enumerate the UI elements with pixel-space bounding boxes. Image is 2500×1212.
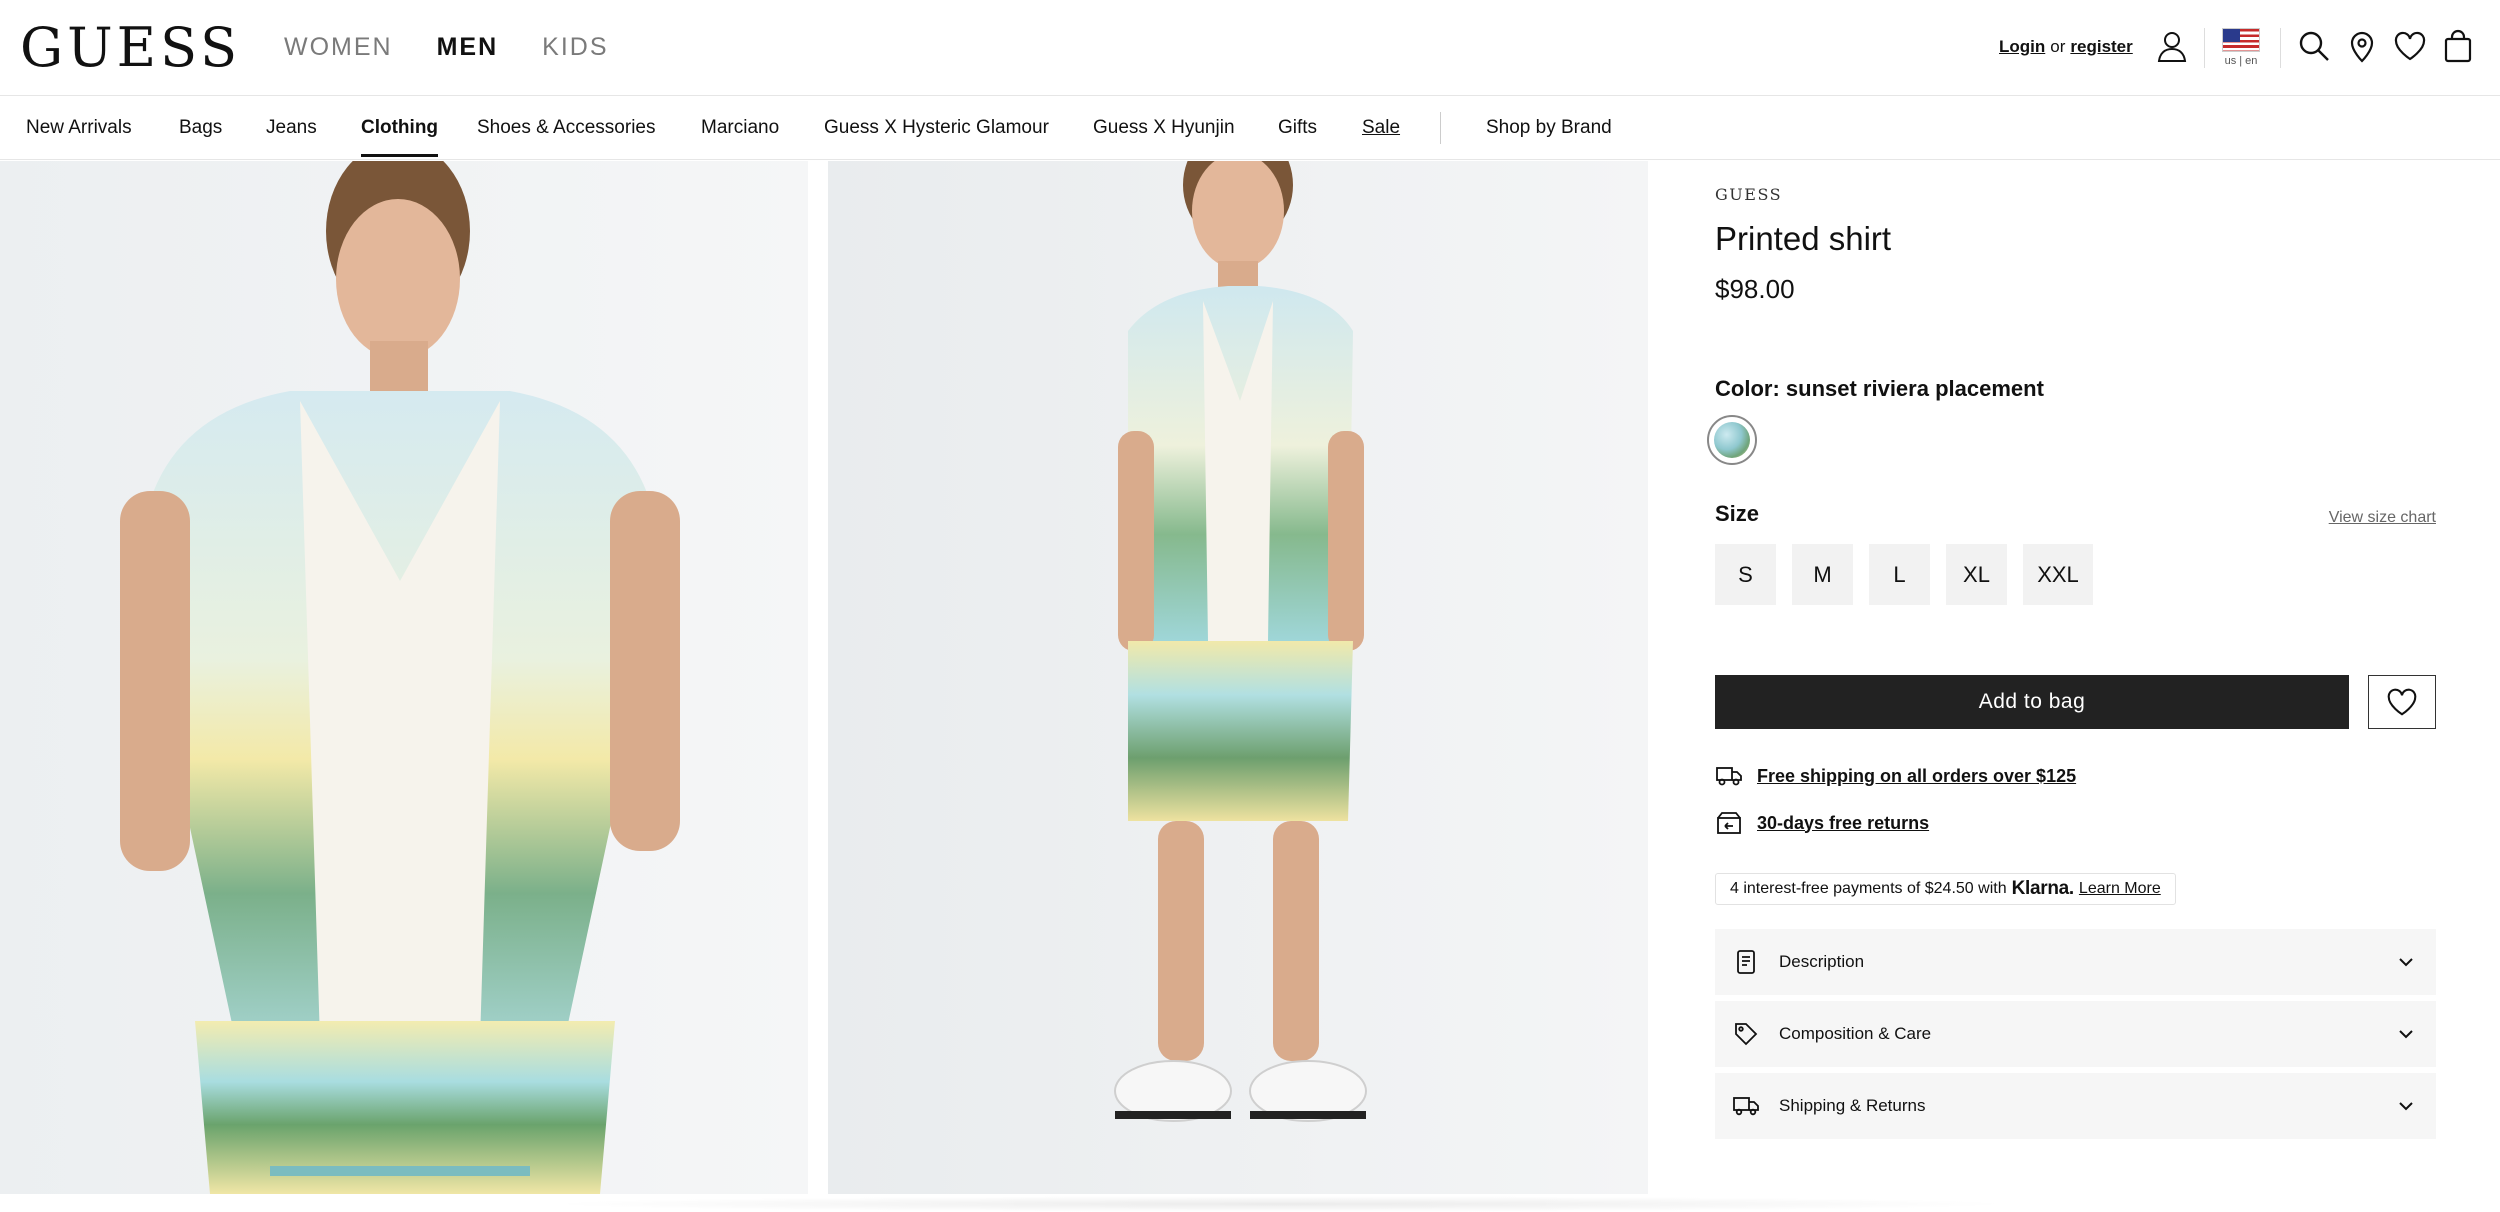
heart-icon xyxy=(2387,688,2417,716)
add-to-wishlist-button[interactable] xyxy=(2368,675,2436,729)
login-link[interactable]: Login xyxy=(1999,37,2045,56)
tab-women[interactable]: WOMEN xyxy=(284,32,393,62)
klarna-banner: 4 interest-free payments of $24.50 with … xyxy=(1715,873,2176,905)
nav-item-hysteric-glamour[interactable]: Guess X Hysteric Glamour xyxy=(824,116,1049,140)
nav-item-shop-by-brand[interactable]: Shop by Brand xyxy=(1486,116,1612,140)
size-button-l[interactable]: L xyxy=(1869,544,1930,605)
tab-kids[interactable]: KIDS xyxy=(542,32,608,62)
category-nav: New Arrivals Bags Jeans Clothing Shoes &… xyxy=(0,96,2500,160)
bottom-shadow xyxy=(540,1196,2020,1212)
size-button-s[interactable]: S xyxy=(1715,544,1776,605)
nav-item-clothing[interactable]: Clothing xyxy=(361,116,439,157)
delivery-truck-icon xyxy=(1716,767,1742,786)
user-icon[interactable] xyxy=(2154,28,2190,64)
color-label: Color: sunset riviera placement xyxy=(1715,375,2044,403)
product-title: Printed shirt xyxy=(1715,220,1892,257)
nav-item-jeans[interactable]: Jeans xyxy=(266,116,317,140)
product-price: $98.00 xyxy=(1715,274,1795,304)
account-or-text: or xyxy=(2050,37,2066,56)
swatch-fill xyxy=(1714,422,1750,458)
free-shipping-perk[interactable]: Free shipping on all orders over $125 xyxy=(1715,764,2076,788)
klarna-text: 4 interest-free payments of $24.50 with xyxy=(1730,880,2007,897)
chevron-down-icon xyxy=(2399,1030,2413,1039)
accordion-composition-care-label: Composition & Care xyxy=(1779,1024,1932,1043)
free-shipping-link[interactable]: Free shipping on all orders over $125 xyxy=(1757,766,2076,787)
add-to-bag-button[interactable]: Add to bag xyxy=(1715,675,2349,729)
nav-item-hyunjin[interactable]: Guess X Hyunjin xyxy=(1093,116,1235,140)
truck-icon xyxy=(1733,1097,1759,1116)
locale-selector[interactable]: us | en xyxy=(2220,28,2262,68)
size-button-xl[interactable]: XL xyxy=(1946,544,2007,605)
header-divider xyxy=(2204,28,2205,68)
heart-icon[interactable] xyxy=(2392,28,2428,64)
size-label: Size xyxy=(1715,501,1760,526)
document-icon xyxy=(1737,950,1755,974)
accordion-description[interactable]: Description xyxy=(1715,929,2436,995)
locale-label: us | en xyxy=(2224,55,2258,67)
chevron-down-icon xyxy=(2399,958,2413,967)
size-selector: S M L XL XXL xyxy=(1715,544,2093,605)
nav-divider xyxy=(1440,112,1441,144)
accordion-shipping-returns[interactable]: Shipping & Returns xyxy=(1715,1073,2436,1139)
account-links: Login or register xyxy=(1999,36,2133,58)
search-icon[interactable] xyxy=(2296,28,2332,64)
size-button-m[interactable]: M xyxy=(1792,544,1853,605)
tab-men[interactable]: MEN xyxy=(437,32,499,62)
nav-item-bags[interactable]: Bags xyxy=(179,116,222,140)
color-swatch-sunset-riviera[interactable] xyxy=(1707,415,1757,465)
color-label-key: Color: xyxy=(1715,376,1780,401)
bag-icon[interactable] xyxy=(2440,28,2476,64)
nav-item-gifts[interactable]: Gifts xyxy=(1278,116,1317,140)
nav-item-sale[interactable]: Sale xyxy=(1362,116,1400,140)
free-returns-link[interactable]: 30-days free returns xyxy=(1757,813,1929,834)
flag-icon xyxy=(2222,28,2260,52)
site-header: GUESS WOMEN MEN KIDS Login or register us … xyxy=(0,0,2500,96)
accordion-composition-care[interactable]: Composition & Care xyxy=(1715,1001,2436,1067)
free-returns-perk[interactable]: 30-days free returns xyxy=(1715,811,1929,835)
register-link[interactable]: register xyxy=(2070,37,2132,56)
accordion-shipping-returns-label: Shipping & Returns xyxy=(1779,1096,1926,1115)
nav-item-new-arrivals[interactable]: New Arrivals xyxy=(26,116,132,140)
klarna-logo: Klarna. xyxy=(2011,878,2075,899)
nav-item-marciano[interactable]: Marciano xyxy=(701,116,779,140)
accordion-description-label: Description xyxy=(1779,952,1865,971)
guess-logo[interactable]: GUESS xyxy=(20,20,241,76)
product-image-full-length[interactable] xyxy=(828,161,1648,1194)
view-size-chart-link[interactable]: View size chart xyxy=(2329,508,2436,528)
size-button-xxl[interactable]: XXL xyxy=(2023,544,2093,605)
product-image-front[interactable] xyxy=(0,161,808,1194)
gender-nav: WOMEN MEN KIDS xyxy=(284,32,609,62)
tag-icon xyxy=(1735,1023,1758,1046)
product-brand: GUESS xyxy=(1715,185,1783,204)
klarna-learn-more-link[interactable]: Learn More xyxy=(2079,880,2161,898)
header-divider xyxy=(2280,28,2281,68)
nav-item-shoes-accessories[interactable]: Shoes & Accessories xyxy=(477,116,655,140)
return-box-icon xyxy=(1717,812,1741,834)
location-icon[interactable] xyxy=(2344,28,2380,64)
color-label-value: sunset riviera placement xyxy=(1785,376,2044,401)
chevron-down-icon xyxy=(2399,1102,2413,1111)
